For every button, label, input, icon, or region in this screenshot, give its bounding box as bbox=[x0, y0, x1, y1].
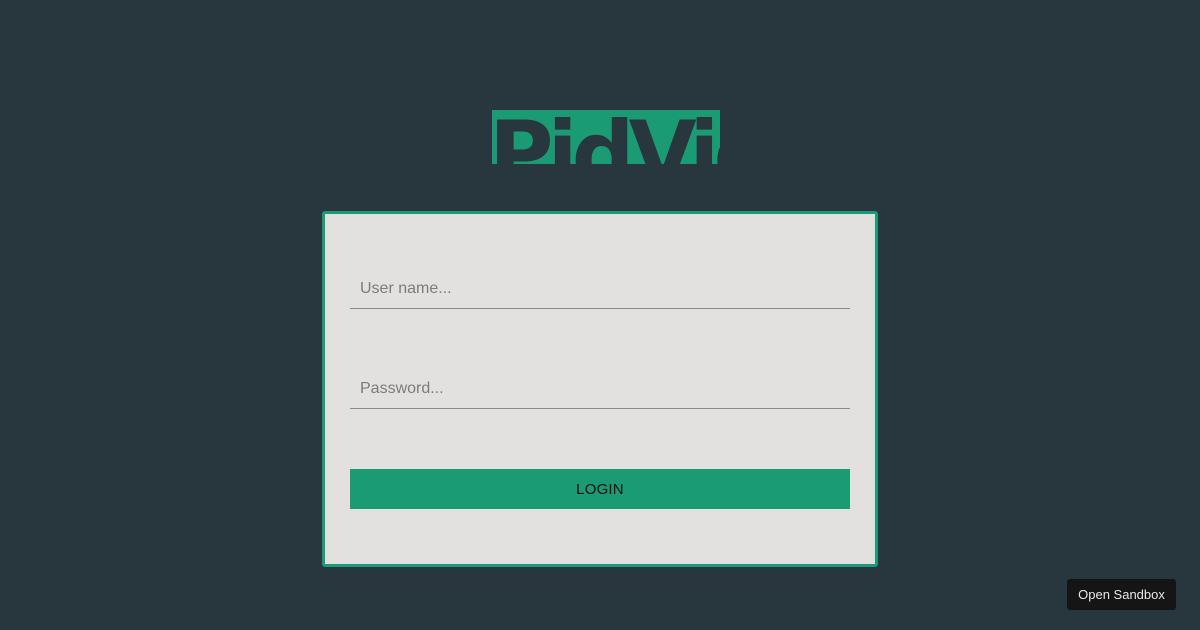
pidvid-logo: PidVid bbox=[492, 110, 720, 164]
open-sandbox-button[interactable]: Open Sandbox bbox=[1067, 579, 1176, 610]
logo-text: PidVid bbox=[492, 110, 720, 164]
login-button[interactable]: LOGIN bbox=[350, 469, 850, 509]
username-input[interactable] bbox=[350, 269, 850, 309]
login-card: LOGIN bbox=[322, 211, 878, 567]
password-input[interactable] bbox=[350, 369, 850, 409]
page: PidVid LOGIN Open Sandbox bbox=[0, 0, 1200, 630]
